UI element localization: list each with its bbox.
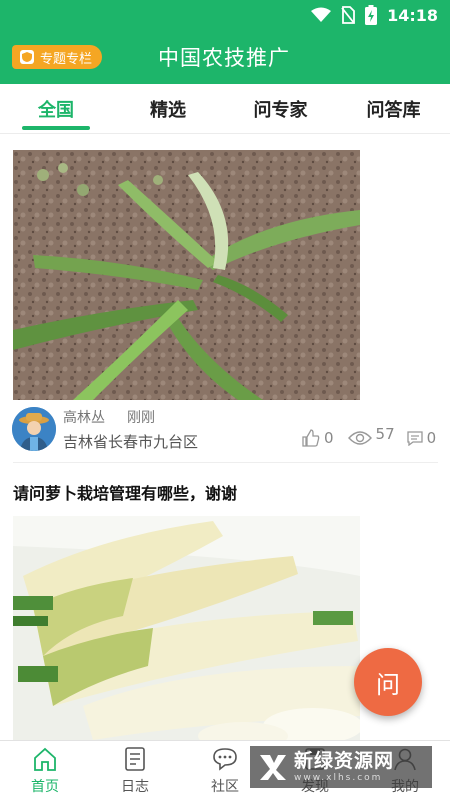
battery-charging-icon [365,5,378,25]
app-header-bar: 14:18 专题专栏 中国农技推广 [0,0,450,84]
nav-log-label: 日志 [121,779,149,795]
eye-icon [347,431,372,445]
avatar[interactable] [12,407,56,451]
nav-community-label: 社区 [211,779,239,795]
tab-ask-expert[interactable]: 问专家 [224,84,337,134]
nav-community[interactable]: 社区 [195,745,255,799]
home-icon [31,745,59,773]
no-sim-icon [341,6,355,24]
ask-question-button[interactable]: 问 [354,648,422,716]
post-image-seedling[interactable] [13,150,360,400]
wifi-icon [311,7,332,22]
view-count: 57 [375,425,395,443]
watermark-text: 新绿资源网 [294,749,395,772]
post-meta: 高林丛 刚刚 吉林省长春市九台区 0 57 0 [12,405,442,455]
watermark: 新绿资源网 www.xlhs.com [250,746,432,788]
watermark-url: www.xlhs.com [294,772,383,783]
tab-featured[interactable]: 精选 [112,84,224,134]
comment-icon [406,431,423,446]
thumbs-up-icon [302,429,320,447]
page-title: 中国农技推广 [158,46,290,70]
status-bar: 14:18 [0,0,450,32]
post-time: 刚刚 [127,410,155,426]
special-column-button[interactable]: 专题专栏 [12,45,103,69]
comment-count: 0 [426,429,437,447]
chat-icon [211,745,239,773]
comment-button[interactable]: 0 [406,429,437,447]
nav-home[interactable]: 首页 [15,745,75,799]
special-column-label: 专题专栏 [40,51,93,67]
tab-qa-library[interactable]: 问答库 [337,84,450,134]
shield-icon [20,50,34,64]
status-time: 14:18 [387,5,438,25]
post-title[interactable]: 请问萝卜栽培管理有哪些，谢谢 [13,480,237,504]
author-name[interactable]: 高林丛 [63,407,105,427]
app-header: 专题专栏 中国农技推广 [0,32,450,84]
views-stat: 57 [347,425,395,447]
nav-home-label: 首页 [31,779,59,795]
post-location: 吉林省长春市九台区 [63,433,199,451]
like-count: 0 [324,429,334,447]
post-divider [13,462,438,463]
like-button[interactable]: 0 [302,429,334,447]
post-stats: 0 57 0 [302,425,437,447]
active-tab-indicator [22,126,90,130]
log-icon [121,745,149,773]
nav-log[interactable]: 日志 [105,745,165,799]
watermark-logo-icon [260,755,286,780]
post-image-radish[interactable] [13,516,360,740]
